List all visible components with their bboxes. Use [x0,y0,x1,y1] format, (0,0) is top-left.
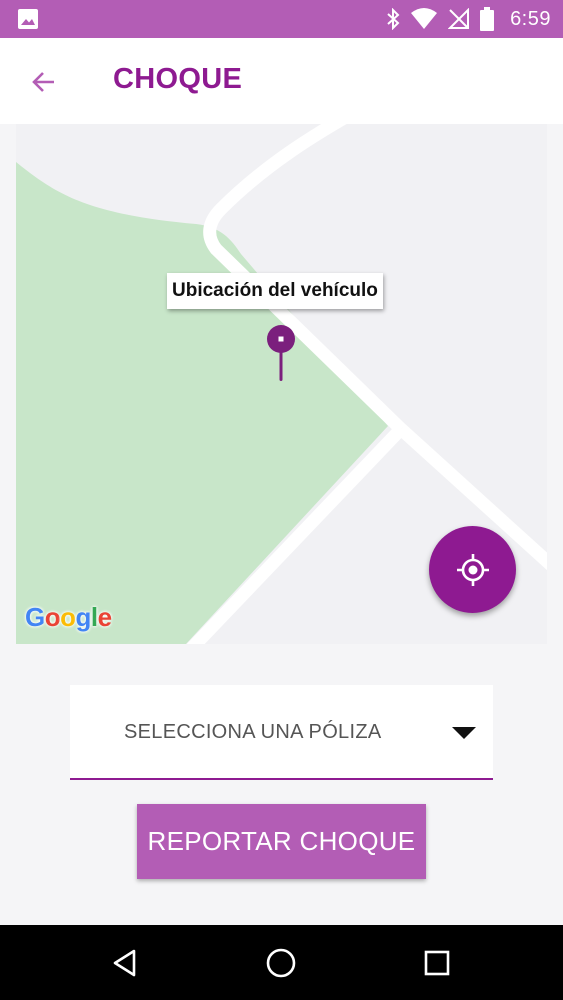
status-bar: 6:59 [0,0,563,38]
google-logo-letter: g [75,602,92,632]
location-pin-icon[interactable] [266,324,296,382]
google-logo-letter: e [97,602,112,632]
no-signal-icon [448,8,470,29]
marker-label: Ubicación del vehículo [167,273,383,309]
chevron-down-icon [452,727,476,739]
recents-square-icon [424,950,450,976]
back-triangle-icon [113,949,136,977]
nav-back-button[interactable] [105,943,145,983]
page-title: CHOQUE [113,63,243,95]
wifi-icon [411,8,438,29]
nav-recents-button[interactable] [417,943,457,983]
policy-select-placeholder: SELECCIONA UNA PÓLIZA [124,721,382,743]
back-button[interactable] [24,62,64,102]
image-icon [18,9,38,29]
google-logo-letter: G [25,602,45,632]
arrow-left-icon [32,72,54,92]
status-time: 6:59 [510,7,551,30]
report-crash-button[interactable]: REPORTAR CHOQUE [137,804,426,879]
google-logo-letter: l [90,602,98,632]
home-circle-icon [266,948,296,978]
policy-select[interactable]: SELECCIONA UNA PÓLIZA [70,685,493,780]
google-logo-letter: o [60,602,76,632]
google-logo: Google [25,602,112,633]
nav-home-button[interactable] [261,943,301,983]
my-location-button[interactable] [429,526,516,613]
app-bar: CHOQUE [0,38,563,124]
my-location-icon [456,553,489,586]
system-nav-bar [0,925,563,1000]
google-logo-letter: o [44,602,61,632]
battery-icon [480,7,495,31]
bluetooth-icon [387,8,400,30]
